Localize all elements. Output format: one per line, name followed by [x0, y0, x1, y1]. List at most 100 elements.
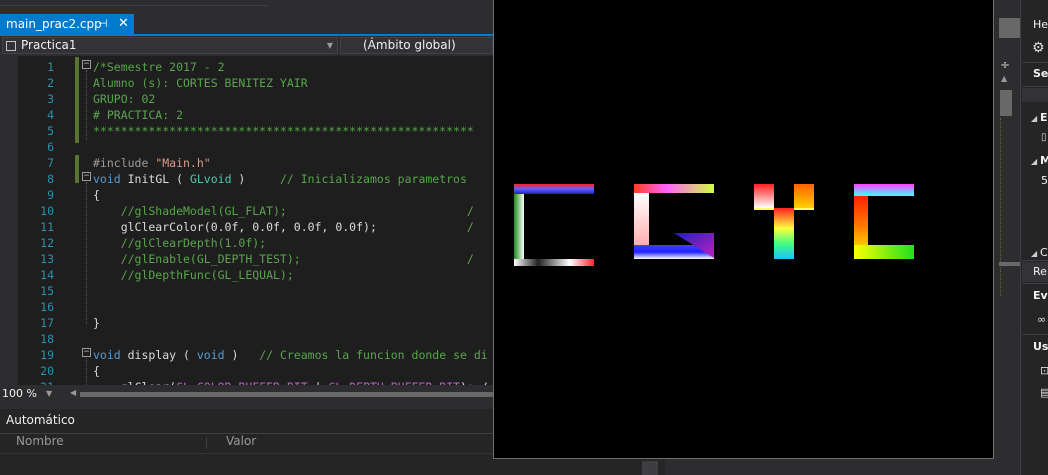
column-divider[interactable]	[206, 437, 207, 449]
code-line[interactable]: Alumno (s): CORTES BENITEZ YAIR	[93, 75, 308, 91]
code-line[interactable]: //glClearDepth(1.0f);	[93, 235, 266, 251]
tab-filename[interactable]: main_prac2.cpp	[6, 14, 102, 34]
code-token: // Creamos la funcion donde se di	[259, 348, 488, 362]
line-number: 12	[40, 236, 54, 250]
fold-toggle-icon[interactable]: −	[82, 348, 91, 357]
code-token: )	[224, 348, 260, 362]
expand-icon[interactable]: ◢	[1031, 114, 1037, 123]
vertical-scrollbar-thumb[interactable]	[1000, 90, 1012, 116]
code-line[interactable]: void display ( void ) // Creamos la func…	[93, 347, 488, 363]
chevron-down-icon[interactable]: ▼	[46, 386, 52, 402]
chevron-down-icon[interactable]: ▼	[327, 37, 333, 54]
input-box[interactable]	[1022, 88, 1048, 102]
group-title[interactable]: C	[1040, 246, 1048, 259]
code-line[interactable]: ****************************************…	[93, 123, 474, 139]
divider	[1022, 334, 1048, 335]
split-icon[interactable]: ÷	[1000, 58, 1010, 72]
code-token: #include	[93, 156, 156, 170]
code-line[interactable]: //glDepthFunc(GL_LEQUAL);	[93, 267, 294, 283]
code-line[interactable]: //glEnable(GL_DEPTH_TEST); /	[93, 251, 474, 267]
code-token: void	[196, 348, 225, 362]
gl-canvas	[514, 184, 914, 266]
horizontal-scrollbar[interactable]	[80, 392, 493, 397]
code-token: {	[93, 364, 100, 378]
scope-name: (Ámbito global)	[363, 38, 456, 52]
group-title[interactable]: E	[1040, 111, 1048, 124]
link-icon[interactable]: ∞	[1037, 313, 1046, 326]
line-number: 7	[47, 156, 54, 170]
code-line[interactable]: glClearColor(0.0f, 0.0f, 0.0f, 0.0f); /	[93, 219, 474, 235]
code-line[interactable]: {	[93, 187, 100, 203]
scroll-left-icon[interactable]: ◀	[70, 388, 76, 397]
stack-icon[interactable]: ▤	[1040, 386, 1048, 399]
gear-icon[interactable]: ⚙	[1032, 40, 1045, 56]
line-number: 17	[40, 316, 54, 330]
code-token: glClearColor(0.0f, 0.0f, 0.0f, 0.0f);	[93, 220, 467, 234]
pin-icon[interactable]: ⊣	[98, 14, 108, 34]
code-token: //glEnable(GL_DEPTH_TEST); /	[93, 252, 474, 266]
project-name: Practica1	[21, 38, 77, 52]
code-line[interactable]: void InitGL ( GLvoid ) // Inicializamos …	[93, 171, 467, 187]
change-map	[1000, 118, 1004, 296]
value-text: 5	[1041, 174, 1048, 187]
code-editor[interactable]: − − − 1 /*Semestre 2017 - 2 2 Alumno (s): C…	[0, 56, 493, 385]
expand-icon[interactable]: ◢	[1031, 249, 1037, 258]
code-token: //glDepthFunc(GL_LEQUAL);	[93, 268, 294, 282]
scrollbar-segment[interactable]	[999, 18, 1021, 38]
code-line[interactable]: # PRACTICA: 2	[93, 107, 183, 123]
fold-toggle-icon[interactable]: −	[82, 60, 91, 69]
editor-status-bar: 100 % ▼ ◀	[0, 385, 493, 403]
code-line[interactable]: #include "Main.h"	[93, 155, 211, 171]
letter-g	[634, 184, 714, 259]
code-line[interactable]: {	[93, 363, 100, 379]
fold-guide	[86, 358, 87, 385]
scope-dropdown[interactable]: (Ámbito global)	[340, 37, 493, 54]
code-token: }	[93, 316, 100, 330]
line-number: 8	[47, 172, 54, 186]
group-title[interactable]: M	[1040, 154, 1048, 167]
project-dropdown[interactable]: Practica1 ▼	[2, 37, 338, 54]
panel-title[interactable]: Automático	[6, 413, 75, 427]
vertical-scrollbar[interactable]	[642, 461, 658, 475]
line-number: 16	[40, 300, 54, 314]
zoom-level: 100 %	[2, 387, 37, 400]
letter-c-1	[514, 184, 594, 266]
code-token: void	[93, 348, 121, 362]
code-token: /*Semestre 2017 - 2	[93, 60, 225, 74]
divider	[1022, 260, 1048, 261]
code-token: "Main.h"	[155, 156, 211, 170]
column-header-value[interactable]: Valor	[226, 434, 256, 448]
scrollbar-segment[interactable]	[999, 262, 1021, 266]
column-header-name[interactable]: Nombre	[16, 434, 64, 448]
close-icon[interactable]: ✕	[118, 14, 129, 34]
code-line[interactable]: GRUPO: 02	[93, 91, 155, 107]
change-indicator	[75, 57, 79, 143]
line-number: 11	[40, 220, 54, 234]
indicator-margin[interactable]	[0, 56, 18, 385]
clipboard-icon[interactable]: ⊡	[1040, 364, 1048, 377]
section-title[interactable]: Se	[1033, 67, 1048, 80]
letter-c-2	[854, 184, 914, 259]
scroll-up-icon[interactable]: ▲	[1001, 74, 1007, 83]
expand-icon[interactable]: ◢	[1031, 157, 1037, 166]
line-number: 6	[47, 140, 54, 154]
code-line[interactable]: //glShadeModel(GL_FLAT); /	[93, 203, 474, 219]
tab-label[interactable]: Re	[1033, 265, 1047, 278]
fold-guide	[86, 182, 87, 324]
section-title[interactable]: Us	[1033, 340, 1048, 353]
panel-header-text[interactable]: Her	[1033, 18, 1048, 31]
line-number: 20	[40, 364, 54, 378]
opengl-window[interactable]	[493, 0, 994, 459]
line-number: 13	[40, 252, 54, 266]
code-line[interactable]: }	[93, 315, 100, 331]
title-rule	[0, 5, 268, 6]
code-token: InitGL (	[120, 172, 190, 186]
editor-tab[interactable]: main_prac2.cpp ⊣ ✕	[0, 14, 134, 34]
zoom-dropdown[interactable]: 100 % ▼	[2, 386, 64, 402]
clipboard-icon[interactable]: ▯	[1041, 132, 1047, 143]
fold-toggle-icon[interactable]: −	[82, 172, 91, 181]
code-token: )	[231, 172, 280, 186]
section-title[interactable]: Eve	[1033, 289, 1048, 302]
change-indicator	[75, 155, 79, 183]
code-line[interactable]: /*Semestre 2017 - 2	[93, 59, 225, 75]
